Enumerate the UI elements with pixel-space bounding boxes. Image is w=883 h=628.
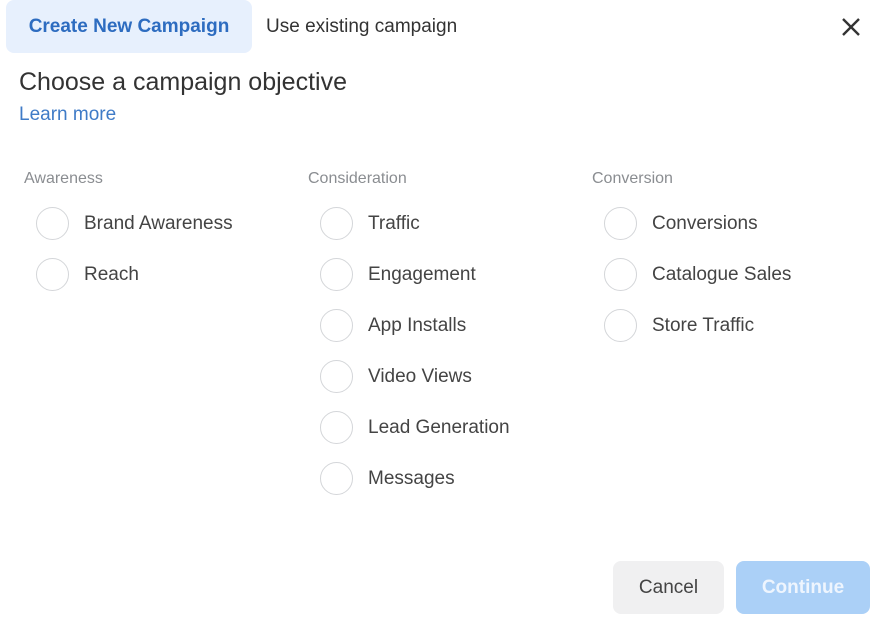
option-label: App Installs [368, 314, 467, 336]
objective-option[interactable]: Brand Awareness [36, 198, 233, 249]
objective-option[interactable]: Video Views [320, 351, 510, 402]
radio-button[interactable] [36, 258, 69, 291]
objective-option[interactable]: Lead Generation [320, 402, 510, 453]
radio-button[interactable] [320, 309, 353, 342]
close-button[interactable] [838, 14, 864, 40]
option-label: Messages [368, 467, 455, 489]
option-label: Catalogue Sales [652, 263, 792, 285]
objective-column-awareness: Awareness Brand Awareness Reach [24, 170, 233, 300]
option-label: Reach [84, 263, 139, 285]
radio-button[interactable] [320, 360, 353, 393]
option-label: Lead Generation [368, 416, 510, 438]
radio-button[interactable] [604, 309, 637, 342]
objective-option[interactable]: Catalogue Sales [604, 249, 791, 300]
column-heading: Consideration [308, 170, 407, 187]
objective-option[interactable]: App Installs [320, 300, 510, 351]
objective-option[interactable]: Traffic [320, 198, 510, 249]
radio-button[interactable] [320, 411, 353, 444]
objective-option[interactable]: Store Traffic [604, 300, 791, 351]
close-icon [842, 18, 860, 36]
option-label: Store Traffic [652, 314, 755, 336]
objective-column-consideration: Consideration Traffic Engagement App Ins… [308, 170, 510, 504]
tab-create-new-campaign[interactable]: Create New Campaign [6, 0, 252, 53]
tab-bar: Create New Campaign Use existing campaig… [6, 0, 457, 53]
radio-button[interactable] [320, 258, 353, 291]
radio-button[interactable] [320, 462, 353, 495]
cancel-button[interactable]: Cancel [613, 561, 724, 614]
option-label: Conversions [652, 212, 758, 234]
option-label: Traffic [368, 212, 420, 234]
column-heading: Awareness [24, 170, 103, 187]
objective-option[interactable]: Conversions [604, 198, 791, 249]
radio-button[interactable] [320, 207, 353, 240]
column-heading: Conversion [592, 170, 673, 187]
objective-option[interactable]: Engagement [320, 249, 510, 300]
option-label: Engagement [368, 263, 476, 285]
continue-button[interactable]: Continue [736, 561, 870, 614]
option-label: Brand Awareness [84, 212, 233, 234]
option-label: Video Views [368, 365, 472, 387]
radio-button[interactable] [36, 207, 69, 240]
objective-option[interactable]: Reach [36, 249, 233, 300]
objective-column-conversion: Conversion Conversions Catalogue Sales S… [592, 170, 791, 351]
page-title: Choose a campaign objective [19, 68, 347, 96]
radio-button[interactable] [604, 207, 637, 240]
learn-more-link[interactable]: Learn more [19, 104, 116, 126]
tab-use-existing-campaign[interactable]: Use existing campaign [266, 0, 457, 53]
objective-option[interactable]: Messages [320, 453, 510, 504]
radio-button[interactable] [604, 258, 637, 291]
